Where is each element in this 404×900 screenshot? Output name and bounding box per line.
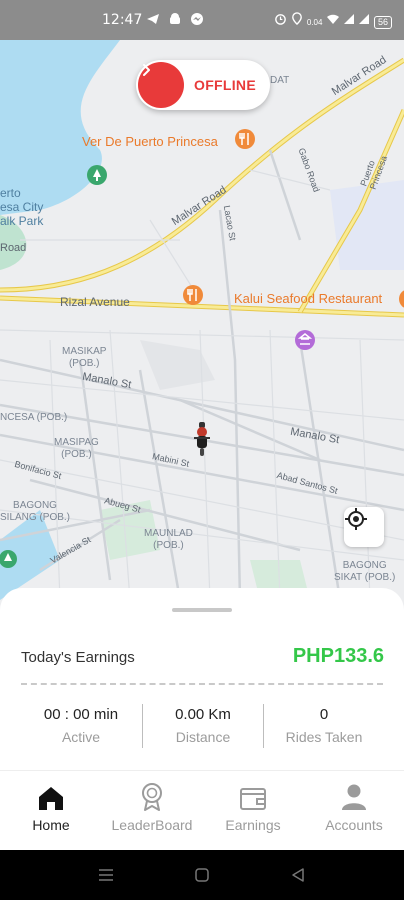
motorcycle-marker-icon [194,422,210,456]
stat-distance: 0.00 Km Distance [143,706,263,745]
status-time: 12:47 [102,12,143,28]
road-label: Rizal Avenue [60,295,130,309]
data-speed: 0.04 [306,18,323,27]
area-label: erto esa City alk Park [0,186,44,228]
location-icon [292,12,302,26]
home-button-icon[interactable] [194,867,210,883]
stat-rides: 0 Rides Taken [264,706,384,745]
chevron-right-icon [143,64,150,76]
nav-leaderboard[interactable]: LeaderBoard [104,771,200,851]
wifi-icon [327,14,340,24]
stat-label: Active [61,729,101,745]
area-label: MAUNLAD (POB.) [144,528,193,551]
area-label: MASIPAG (POB.) [54,437,99,460]
status-bar: 12:47 0.04 56 [0,0,404,40]
medal-icon [142,783,162,811]
poi-label[interactable]: Ver De Puerto Princesa [82,134,218,149]
stat-value: 0.00 Km [175,706,231,723]
stat-label: Distance [175,729,231,745]
system-nav-bar [0,850,404,900]
earnings-sheet[interactable]: Today's Earnings PHP133.6 00 : 00 min Ac… [0,588,404,773]
drag-handle[interactable] [172,608,232,612]
recents-icon[interactable] [98,868,114,882]
nav-earnings[interactable]: Earnings [212,771,294,851]
area-label: BAGONG SILANG (POB.) [0,500,71,523]
toggle-knob[interactable] [138,62,184,108]
messenger-icon [190,13,203,25]
person-icon [342,784,366,810]
nav-label: Earnings [225,817,281,833]
building-marker-icon[interactable] [294,329,316,351]
nav-accounts[interactable]: Accounts [314,771,394,851]
toggle-label: OFFLINE [194,77,256,93]
crosshair-icon [345,508,367,530]
area-label: MASIKAP (POB.) [62,346,107,369]
restaurant-marker-icon[interactable] [182,284,204,306]
restaurant-marker-icon[interactable] [398,288,404,310]
stat-label: Rides Taken [285,729,363,745]
notification-icons [146,12,204,29]
signal-icon [344,14,355,24]
telegram-icon [147,14,159,24]
nav-label: Accounts [325,817,383,833]
road-label: Road [0,242,27,254]
stat-active: 00 : 00 min Active [21,706,141,745]
android-icon [169,13,180,24]
poi-label[interactable]: Kalui Seafood Restaurant [234,291,382,306]
signal-icon [359,14,370,24]
park-marker-icon[interactable] [0,548,18,570]
system-icons: 0.04 56 [274,12,392,29]
alarm-icon [275,14,286,25]
stat-value: 0 [319,706,329,723]
earnings-label: Today's Earnings [21,649,135,666]
area-label: BAGONG SIKAT (POB.) [334,560,396,583]
stat-value: 00 : 00 min [43,706,119,723]
bottom-nav: Home LeaderBoard Earnings Accounts [0,770,404,851]
back-icon[interactable] [290,867,306,883]
nav-home[interactable]: Home [10,771,92,851]
battery-icon: 56 [373,16,392,29]
my-location-button[interactable] [344,507,384,547]
area-label: NCESA (POB.) [0,412,68,423]
home-icon [39,787,63,810]
restaurant-marker-icon[interactable] [234,128,256,150]
nav-label: LeaderBoard [111,817,193,833]
dashed-divider [21,683,383,685]
map-view[interactable]: Malvar Road Malvar Road Rizal Avenue Man… [0,40,404,610]
offline-toggle[interactable]: OFFLINE [136,60,270,110]
earnings-value: PHP133.6 [292,645,384,667]
area-label: DAT [270,75,290,86]
wallet-icon [240,788,266,810]
park-marker-icon[interactable] [86,164,108,186]
nav-label: Home [32,817,70,833]
